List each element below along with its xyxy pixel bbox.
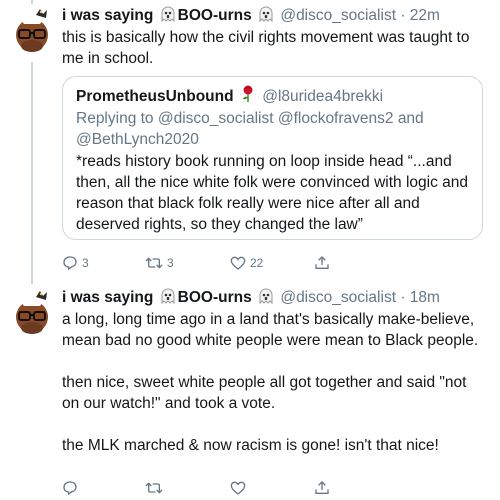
avatar[interactable] — [6, 6, 58, 58]
like-icon — [230, 256, 246, 270]
timestamp[interactable]: 18m — [410, 289, 440, 306]
handle[interactable]: @disco_socialist — [280, 7, 396, 24]
tweet-paragraph: a long, long time ago in a land that's b… — [62, 311, 479, 349]
tweet[interactable]: i was saying BOO-urns @disco_socialist ·… — [0, 282, 500, 500]
reply-button[interactable]: 3 — [62, 253, 89, 273]
timestamp[interactable]: 22m — [410, 7, 440, 24]
replying-to-label: Replying to — [76, 110, 154, 127]
share-button[interactable] — [314, 253, 330, 273]
ghost-emoji-icon — [161, 288, 175, 305]
quote-display-name[interactable]: PrometheusUnbound — [76, 88, 234, 105]
separator: · — [400, 7, 406, 24]
tweet-actions: 3 3 22 — [62, 253, 482, 273]
tweet[interactable]: i was saying BOO-urns @disco_socialist ·… — [0, 0, 500, 282]
quote-text: *reads history book running on loop insi… — [76, 153, 469, 233]
display-name[interactable]: i was saying — [62, 7, 153, 24]
retweet-icon — [145, 257, 163, 269]
reply-button[interactable] — [62, 478, 78, 498]
reply-icon — [63, 481, 77, 496]
rose-emoji-icon — [242, 85, 253, 102]
replying-to: Replying to @disco_socialist @flockofrav… — [76, 108, 471, 150]
quoted-tweet[interactable]: PrometheusUnbound @l8uridea4brekki Reply… — [62, 76, 483, 240]
ghost-emoji-icon — [161, 6, 175, 23]
quote-handle[interactable]: @l8uridea4brekki — [262, 88, 383, 105]
retweet-button[interactable] — [145, 478, 163, 498]
ghost-emoji-icon — [259, 6, 273, 23]
avatar[interactable] — [6, 288, 58, 340]
display-name[interactable]: i was saying — [62, 289, 153, 306]
display-name-suffix[interactable]: BOO-urns — [178, 289, 252, 306]
like-count: 22 — [250, 256, 264, 270]
like-button[interactable]: 22 — [230, 253, 263, 273]
retweet-button[interactable]: 3 — [145, 253, 174, 273]
reply-count: 3 — [82, 256, 89, 270]
like-button[interactable] — [230, 478, 246, 498]
display-name-suffix[interactable]: BOO-urns — [178, 7, 252, 24]
ghost-emoji-icon — [259, 288, 273, 305]
quote-header: PrometheusUnbound @l8uridea4brekki — [76, 85, 383, 107]
retweet-icon — [145, 482, 163, 494]
like-icon — [230, 481, 246, 495]
tweet-actions — [62, 478, 482, 498]
tweet-text: a long, long time ago in a land that's b… — [62, 309, 482, 456]
share-icon — [315, 481, 329, 494]
share-icon — [315, 256, 329, 269]
share-button[interactable] — [314, 478, 330, 498]
tweet-text: this is basically how the civil rights m… — [62, 29, 470, 67]
tweet-header: i was saying BOO-urns @disco_socialist ·… — [62, 5, 440, 26]
separator: · — [400, 289, 406, 306]
retweet-count: 3 — [167, 256, 174, 270]
tweet-paragraph: then nice, sweet white people all got to… — [62, 374, 467, 412]
reply-icon — [63, 256, 77, 271]
tweet-paragraph: the MLK marched & now racism is gone! is… — [62, 437, 439, 454]
tweet-header: i was saying BOO-urns @disco_socialist ·… — [62, 287, 440, 308]
handle[interactable]: @disco_socialist — [280, 289, 396, 306]
